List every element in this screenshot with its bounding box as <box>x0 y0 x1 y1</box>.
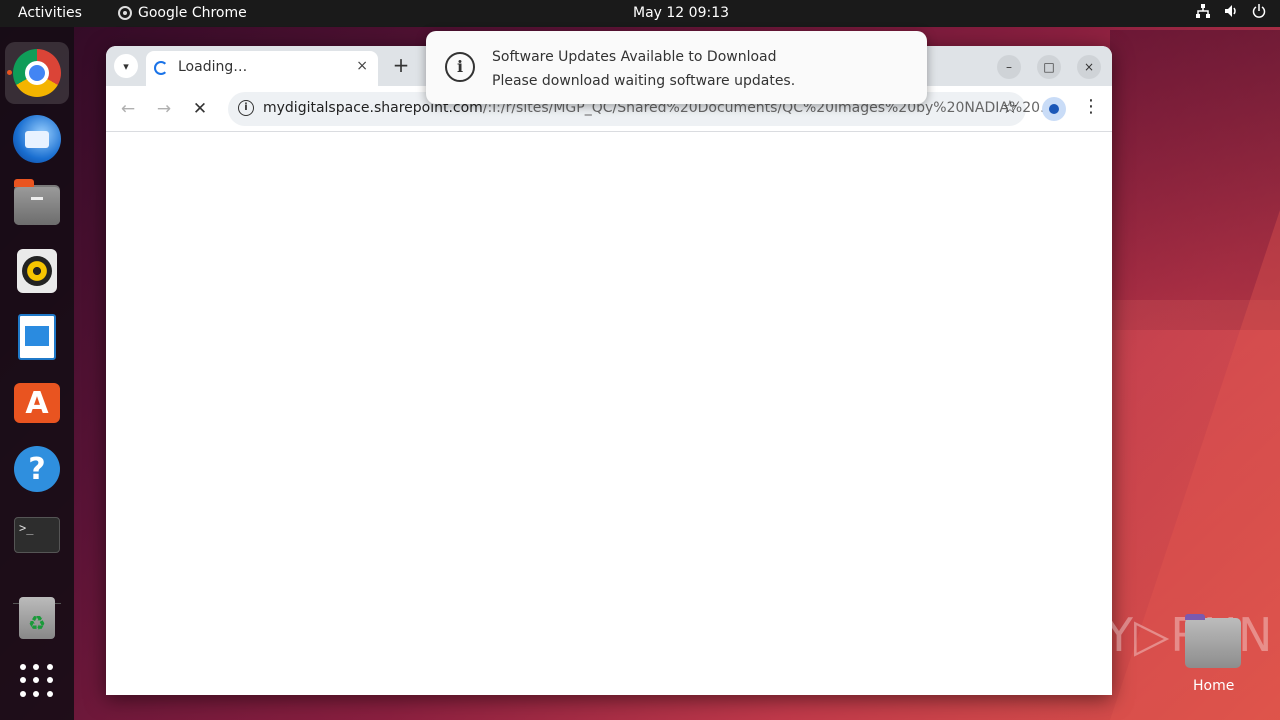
dock: A ? >_ ♻ <box>0 27 74 720</box>
tab-title: Loading… <box>178 59 248 75</box>
maximize-button[interactable]: □ <box>1037 55 1061 79</box>
kebab-menu-icon: ⋮ <box>1082 96 1100 117</box>
dock-terminal[interactable]: >_ <box>5 504 69 566</box>
tab-active[interactable]: Loading… × <box>146 51 378 86</box>
clock[interactable]: May 12 09:13 <box>633 5 729 21</box>
profile-button[interactable] <box>1042 97 1066 121</box>
dock-chrome[interactable] <box>5 42 69 104</box>
notification-banner[interactable]: i Software Updates Available to Download… <box>426 31 927 104</box>
volume-icon <box>1224 4 1238 22</box>
app-store-icon: A <box>14 383 60 423</box>
home-label: Home <box>1193 678 1235 694</box>
chrome-window: ▾ Loading… × + – □ × ← → ✕ i mydigitalsp… <box>106 46 1112 695</box>
show-applications-button[interactable] <box>5 650 69 712</box>
new-tab-button[interactable]: + <box>388 53 414 79</box>
forward-button[interactable]: → <box>152 97 176 121</box>
notification-title: Software Updates Available to Download <box>492 49 777 65</box>
menu-button[interactable]: ⋮ <box>1082 96 1100 117</box>
writer-icon <box>18 314 56 360</box>
app-grid-icon <box>20 664 54 698</box>
page-content <box>106 133 1112 695</box>
info-icon: i <box>445 52 475 82</box>
thunderbird-icon <box>13 115 61 163</box>
stop-loading-button[interactable]: ✕ <box>188 97 212 121</box>
chevron-down-icon: ▾ <box>123 59 129 73</box>
dock-files[interactable] <box>5 174 69 236</box>
app-menu[interactable]: Google Chrome <box>118 5 247 21</box>
network-icon <box>1196 4 1210 22</box>
tab-search-button[interactable]: ▾ <box>114 54 138 78</box>
back-button[interactable]: ← <box>116 97 140 121</box>
forward-arrow-icon: → <box>156 99 172 119</box>
app-menu-label: Google Chrome <box>138 5 247 21</box>
notification-body: Please download waiting software updates… <box>492 73 796 89</box>
help-icon: ? <box>14 446 60 492</box>
activities-button[interactable]: Activities <box>18 5 82 21</box>
close-window-button[interactable]: × <box>1077 55 1101 79</box>
dock-rhythmbox[interactable] <box>5 240 69 302</box>
running-indicator <box>7 70 12 75</box>
system-tray[interactable] <box>1196 4 1266 22</box>
power-icon <box>1252 4 1266 22</box>
top-bar: Activities Google Chrome May 12 09:13 <box>0 0 1280 27</box>
desktop-home-folder[interactable]: Home <box>1183 614 1241 700</box>
terminal-icon: >_ <box>14 517 60 553</box>
dock-writer[interactable] <box>5 306 69 368</box>
loading-spinner-icon <box>154 61 168 75</box>
trash-icon: ♻ <box>19 597 55 639</box>
back-arrow-icon: ← <box>120 99 136 119</box>
dock-software[interactable]: A <box>5 372 69 434</box>
bookmark-star-icon[interactable]: ☆ <box>1002 97 1018 118</box>
dock-thunderbird[interactable] <box>5 108 69 170</box>
rhythmbox-icon <box>17 249 57 293</box>
folder-icon <box>1185 614 1241 668</box>
dock-trash[interactable]: ♻ <box>5 587 69 649</box>
chrome-small-icon <box>118 6 132 20</box>
site-info-icon[interactable]: i <box>238 100 254 116</box>
tab-close-button[interactable]: × <box>356 58 368 74</box>
terminal-prompt: >_ <box>19 521 34 535</box>
person-icon <box>1049 104 1059 114</box>
dock-help[interactable]: ? <box>5 438 69 500</box>
close-icon: ✕ <box>192 99 208 119</box>
minimize-button[interactable]: – <box>997 55 1021 79</box>
files-icon <box>14 179 60 225</box>
chrome-icon <box>13 49 61 97</box>
